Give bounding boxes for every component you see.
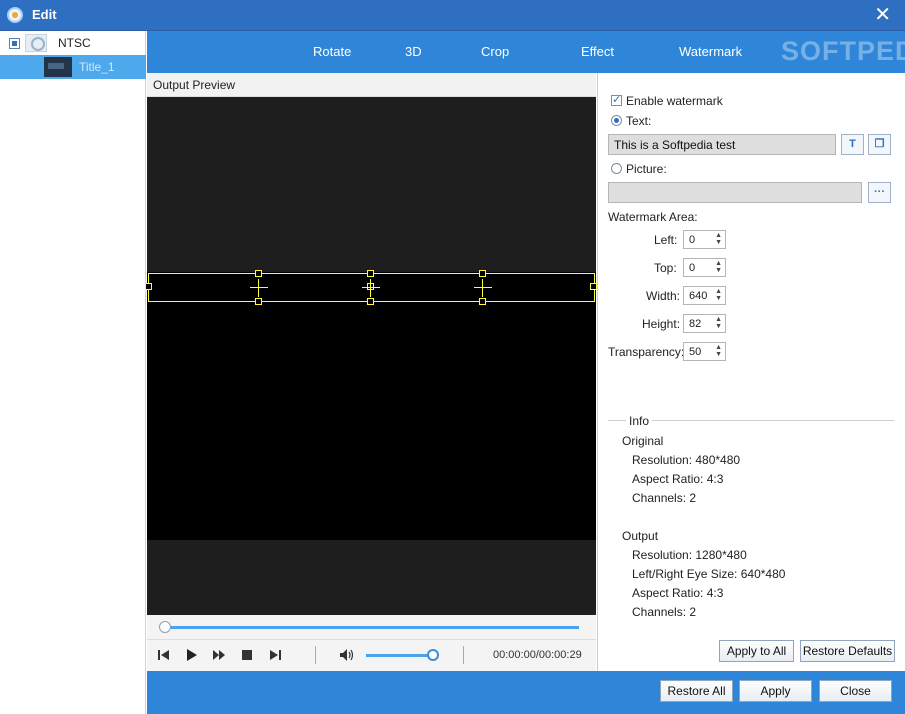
skip-forward-icon[interactable] (268, 648, 282, 662)
apply-to-all-button[interactable]: Apply to All (719, 640, 794, 662)
resize-handle[interactable] (255, 270, 262, 277)
height-value: 82 (689, 318, 702, 330)
font-button[interactable]: T (841, 134, 864, 155)
restore-all-button[interactable]: Restore All (660, 680, 733, 702)
softpedia-watermark: SOFTPEDIA (781, 36, 905, 66)
tab-crop[interactable]: Crop (481, 44, 509, 59)
info-legend: Info (626, 414, 653, 428)
close-button[interactable]: Close (819, 680, 892, 702)
window-title: Edit (32, 7, 57, 22)
output-eye-size: Left/Right Eye Size: 640*480 (632, 567, 786, 581)
left-value: 0 (689, 234, 696, 246)
tree-checkbox[interactable] (9, 38, 20, 49)
seek-bar[interactable] (161, 626, 579, 629)
watermark-panel: Enable watermark Text: This is a Softped… (597, 73, 905, 671)
enable-watermark-label: Enable watermark (626, 94, 723, 108)
sidebar-item-label: Title_1 (79, 60, 115, 74)
spinner-arrows-icon[interactable]: ▲ ▼ (715, 344, 722, 358)
crosshair-icon (362, 279, 380, 297)
sidebar-item-ntsc[interactable]: NTSC (0, 31, 146, 55)
volume-handle[interactable] (427, 649, 439, 661)
text-radio[interactable] (611, 115, 622, 126)
output-preview (145, 97, 597, 615)
spinner-arrows-icon[interactable]: ▲ ▼ (715, 288, 722, 302)
tab-effect[interactable]: Effect (581, 44, 614, 59)
seek-area (147, 615, 596, 640)
picture-radio[interactable] (611, 163, 622, 174)
tab-rotate[interactable]: Rotate (313, 44, 351, 59)
divider (315, 646, 316, 664)
title-bar: Edit ✕ (0, 0, 905, 31)
stop-icon[interactable] (240, 648, 254, 662)
time-display: 00:00:00/00:00:29 (493, 649, 582, 661)
player-controls: 00:00:00/00:00:29 (147, 640, 596, 671)
close-icon[interactable]: ✕ (874, 5, 891, 25)
apply-button[interactable]: Apply (739, 680, 812, 702)
sidebar: NTSC Title_1 (0, 31, 146, 714)
picture-radio-label: Picture: (626, 162, 667, 176)
text-radio-label: Text: (626, 114, 652, 128)
sidebar-item-label: NTSC (58, 36, 91, 50)
skip-back-icon[interactable] (157, 648, 171, 662)
crosshair-icon (474, 279, 492, 297)
width-spinner[interactable]: 640 ▲ ▼ (683, 286, 726, 305)
enable-watermark-checkbox[interactable] (611, 93, 622, 106)
resize-handle[interactable] (255, 298, 262, 305)
resize-handle[interactable] (367, 270, 374, 277)
picture-path-input[interactable] (608, 182, 862, 203)
spinner-arrows-icon[interactable]: ▲ ▼ (715, 316, 722, 330)
original-resolution: Resolution: 480*480 (632, 453, 741, 467)
tab-bar: SOFTPEDIA Rotate 3D Crop Effect Watermar… (147, 31, 905, 73)
resize-handle[interactable] (479, 298, 486, 305)
width-value: 640 (689, 290, 708, 302)
fast-forward-icon[interactable] (212, 648, 226, 662)
transparency-label: Transparency: (608, 345, 685, 359)
watermark-area-label: Watermark Area: (608, 210, 698, 224)
video-frame (147, 272, 596, 540)
preview-label: Output Preview (153, 78, 236, 92)
restore-defaults-button[interactable]: Restore Defaults (800, 640, 895, 662)
play-icon[interactable] (184, 648, 198, 662)
left-spinner[interactable]: 0 ▲ ▼ (683, 230, 726, 249)
seek-handle[interactable] (159, 621, 171, 633)
watermark-text-input[interactable]: This is a Softpedia test (608, 134, 836, 155)
transparency-spinner[interactable]: 50 ▲ ▼ (683, 342, 726, 361)
title-thumbnail (44, 57, 72, 77)
resize-handle[interactable] (479, 270, 486, 277)
height-spinner[interactable]: 82 ▲ ▼ (683, 314, 726, 333)
top-label: Top: (654, 261, 677, 275)
original-title: Original (622, 434, 664, 448)
sidebar-item-title[interactable]: Title_1 (0, 55, 146, 79)
preview-header: Output Preview (147, 73, 596, 97)
crosshair-icon (250, 279, 268, 297)
resize-handle[interactable] (590, 283, 597, 290)
output-aspect: Aspect Ratio: 4:3 (632, 586, 724, 600)
output-channels: Channels: 2 (632, 605, 697, 619)
top-value: 0 (689, 262, 696, 274)
copy-icon[interactable]: ❐ (868, 134, 891, 155)
spinner-arrows-icon[interactable]: ▲ ▼ (715, 260, 722, 274)
output-title: Output (622, 529, 659, 543)
transparency-value: 50 (689, 346, 702, 358)
left-label: Left: (654, 233, 678, 247)
spinner-arrows-icon[interactable]: ▲ ▼ (715, 232, 722, 246)
output-resolution: Resolution: 1280*480 (632, 548, 747, 562)
original-aspect: Aspect Ratio: 4:3 (632, 472, 724, 486)
tab-3d[interactable]: 3D (405, 44, 422, 59)
volume-slider[interactable] (366, 654, 436, 657)
volume-icon[interactable] (339, 648, 355, 662)
width-label: Width: (646, 289, 681, 303)
bottom-bar: Restore All Apply Close (147, 671, 905, 714)
resize-handle[interactable] (367, 298, 374, 305)
app-icon (7, 7, 23, 23)
tab-watermark[interactable]: Watermark (679, 44, 742, 59)
browse-button[interactable]: ··· (868, 182, 891, 203)
resize-handle[interactable] (145, 283, 152, 290)
top-spinner[interactable]: 0 ▲ ▼ (683, 258, 726, 277)
height-label: Height: (642, 317, 681, 331)
disc-icon (25, 34, 47, 52)
original-channels: Channels: 2 (632, 491, 697, 505)
divider (463, 646, 464, 664)
